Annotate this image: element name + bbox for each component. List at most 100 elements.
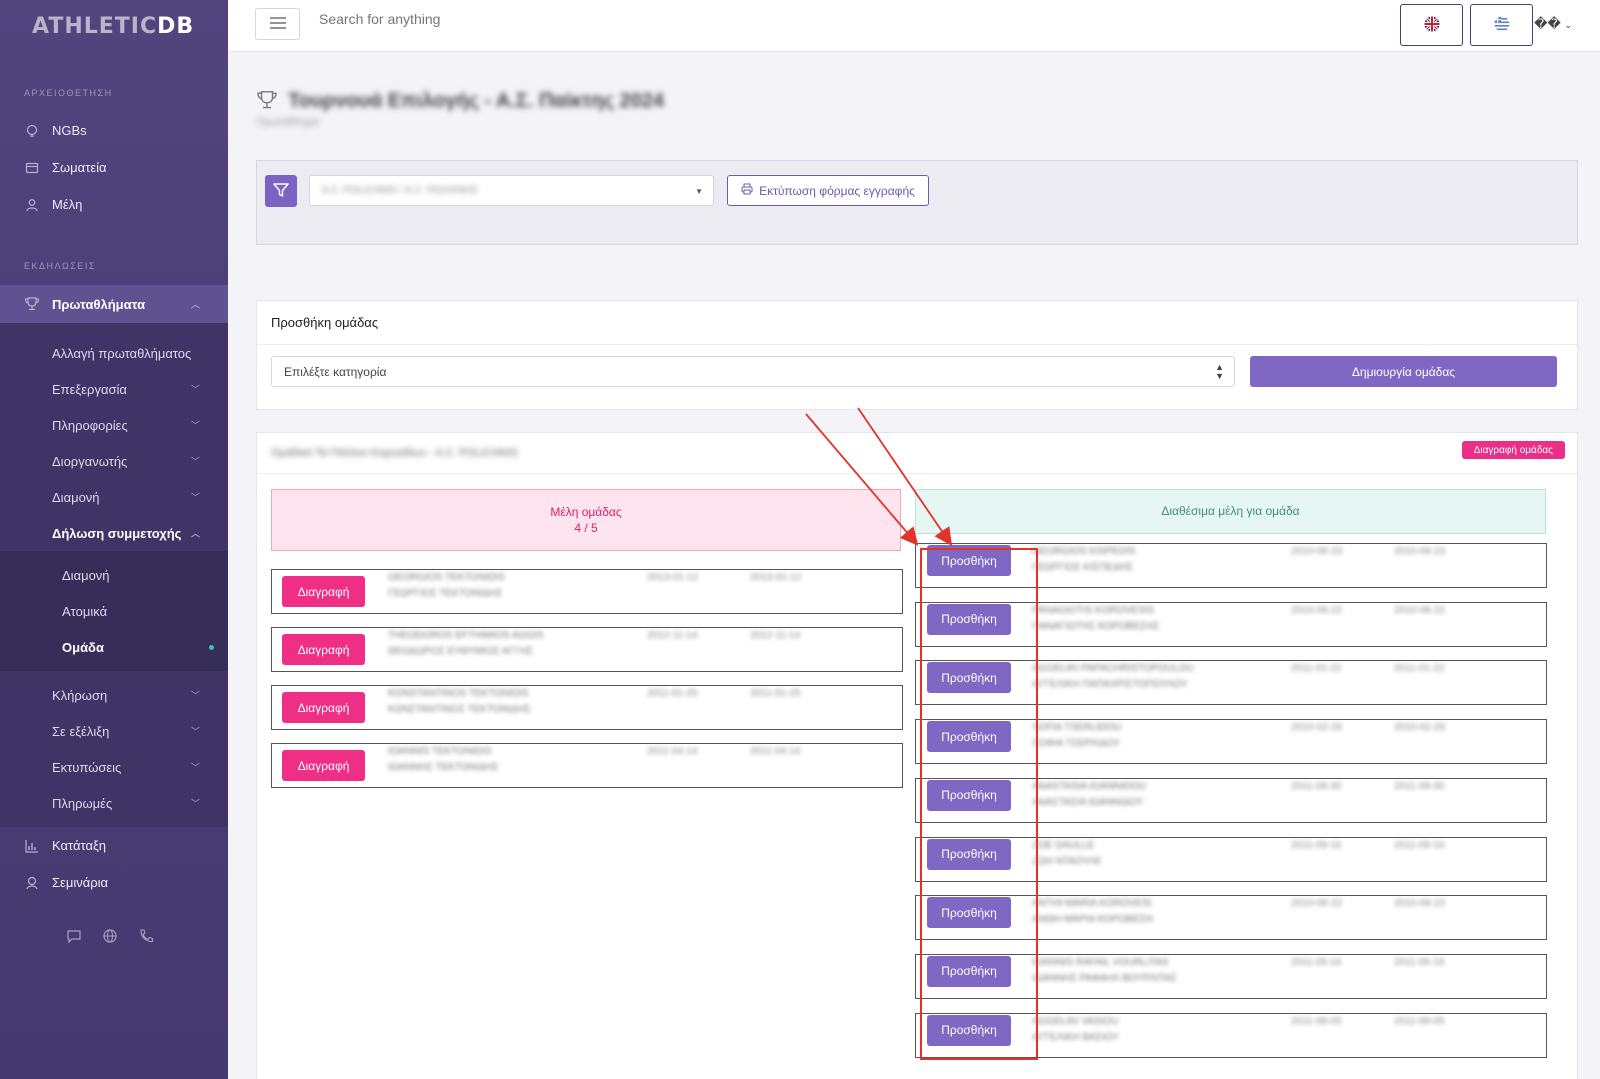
sidebar-item-registration[interactable]: Δήλωση συμμετοχής ︿ — [0, 515, 228, 551]
add-member-button[interactable]: Προσθήκη — [927, 897, 1011, 929]
sub-item-label: Διοργανωτής — [52, 453, 128, 469]
category-select[interactable]: Επιλέξτε κατηγορία ▲ ▼ — [271, 356, 1235, 387]
logo-part1: ATHLETIC — [32, 13, 158, 39]
team-members-header: Μέλη ομάδας 4 / 5 — [271, 489, 901, 551]
sidebar-item-championships[interactable]: Πρωταθλήματα ︿ — [0, 285, 228, 323]
user-menu[interactable]: �� ⌄ — [1534, 16, 1572, 32]
sidebar-item-prints[interactable]: Εκτυπώσεις ﹀ — [0, 749, 228, 785]
sub-item-label: Αλλαγή πρωταθλήματος — [52, 345, 192, 361]
delete-team-button[interactable]: Διαγραφή ομάδας — [1461, 441, 1565, 459]
member-date-2: 2011-08-05 — [1394, 1015, 1445, 1027]
sub-item-label: Ατομικά — [62, 603, 108, 619]
sidebar-item-reg-individual[interactable]: Ατομικά — [0, 593, 228, 629]
chat-icon[interactable] — [66, 928, 82, 947]
member-date-2: 2011-05-16 — [1394, 956, 1445, 968]
sub-item-label: Επεξεργασία — [52, 381, 127, 397]
member-name-en: AGGELIKI PAPACHRISTOPOULOU — [1032, 663, 1194, 675]
member-name-gr: ΓΕΩΡΓΙΟΣ ΚΙΣΠΕΔΗΣ — [1032, 562, 1133, 573]
sub-item-label: Σε εξέλιξη — [52, 723, 110, 739]
member-date-2: 2013-01-12 — [750, 572, 802, 583]
member-date-1: 2011-05-16 — [1291, 956, 1342, 968]
remove-member-button[interactable]: Διαγραφή — [282, 750, 365, 781]
add-member-button[interactable]: Προσθήκη — [927, 662, 1011, 694]
member-name-en: SOFIA TSERLIDOU — [1032, 722, 1122, 734]
add-member-button[interactable]: Προσθήκη — [927, 545, 1011, 576]
remove-member-button[interactable]: Διαγραφή — [282, 634, 365, 665]
sidebar-item-ngbs[interactable]: NGBs — [0, 112, 228, 149]
sidebar-footer — [66, 928, 154, 947]
member-date-1: 2012-11-14 — [647, 630, 698, 641]
member-date-1: 2011-09-30 — [1291, 780, 1342, 792]
member-name-gr: ΙΩΑΝΝΗΣ ΤΕΚΤΟΝΙΔΗΣ — [388, 762, 499, 773]
member-name-en: AGGELIKI VASIOU — [1032, 1015, 1119, 1027]
member-row: Διαγραφή THEODOROS EFTHIMIOS AGGIS ΘΕΟΔΩΡΟ… — [271, 627, 903, 672]
sidebar-item-change-championship[interactable]: Αλλαγή πρωταθλήματος — [0, 335, 228, 371]
available-member-row: Προσθήκη ANASTASIA IOANNIDOU ΑΝΑΣΤΑΣΙΑ ΙΩΑ… — [915, 777, 1547, 823]
sidebar-item-label: Πρωταθλήματα — [52, 296, 146, 312]
page-subtitle: Πρωτάθλημα — [256, 116, 320, 128]
add-member-button[interactable]: Προσθήκη — [927, 838, 1011, 870]
add-member-button[interactable]: Προσθήκη — [927, 1014, 1011, 1046]
sidebar-item-members[interactable]: Μέλη — [0, 186, 228, 223]
sub-item-label: Διαμονή — [52, 489, 100, 505]
sidebar-item-info[interactable]: Πληροφορίες ﹀ — [0, 407, 228, 443]
club-select[interactable]: Α.Σ. POLICHNIS / Α.Σ. ΠΟΛΙΧΝΗΣ ▼ — [309, 175, 714, 206]
language-en-button[interactable] — [1400, 4, 1463, 46]
member-date-2: 2011-09-30 — [1394, 780, 1445, 792]
print-registration-button[interactable]: Εκτύπωση φόρμας εγγραφής — [727, 175, 929, 206]
sub-item-label: Δήλωση συμμετοχής — [52, 525, 182, 541]
member-name-en: IOANNIS TEKTONIDIS — [388, 746, 492, 757]
remove-member-button[interactable]: Διαγραφή — [282, 692, 365, 723]
menu-toggle-button[interactable] — [255, 8, 300, 40]
sidebar-item-ranking[interactable]: Κατάταξη — [0, 827, 228, 864]
language-gr-button[interactable] — [1470, 4, 1533, 46]
sidebar-item-draw[interactable]: Κλήρωση ﹀ — [0, 677, 228, 713]
add-member-button[interactable]: Προσθήκη — [927, 779, 1011, 811]
printer-icon — [741, 183, 753, 198]
sidebar-item-reg-team[interactable]: Ομάδα — [0, 629, 228, 665]
create-team-button[interactable]: Δημιουργία ομάδας — [1250, 356, 1557, 387]
sidebar-item-edit[interactable]: Επεξεργασία ﹀ — [0, 371, 228, 407]
member-date-2: 2012-11-14 — [750, 630, 801, 641]
sidebar-item-accommodation[interactable]: Διαμονή ﹀ — [0, 479, 228, 515]
member-date-1: 2011-01-25 — [647, 688, 698, 699]
chevron-down-icon: ﹀ — [190, 762, 200, 773]
member-date-2: 2011-01-25 — [750, 688, 801, 699]
member-row: Διαγραφή IOANNIS TEKTONIDIS ΙΩΑΝΝΗΣ ΤΕΚΤΟΝ… — [271, 743, 903, 788]
add-team-header: Προσθήκη ομάδας — [257, 301, 1577, 345]
registration-submenu: Διαμονή Ατομικά Ομάδα — [0, 551, 228, 671]
phone-icon[interactable] — [138, 928, 154, 947]
member-name-en: GEORGIOS KISPEDIS — [1032, 546, 1136, 557]
logo-part2: DB — [157, 13, 195, 39]
sidebar-item-payments[interactable]: Πληρωμές ﹀ — [0, 785, 228, 821]
sub-item-label: Εκτυπώσεις — [52, 759, 122, 775]
sub-item-label: Πληροφορίες — [52, 417, 128, 433]
member-name-en: ANASTASIA IOANNIDOU — [1032, 780, 1147, 792]
member-row: Διαγραφή KONSTANTINOS TEKTONIDIS ΚΩΝΣΤΑΝΤΙ… — [271, 685, 903, 730]
sidebar-item-clubs[interactable]: Σωματεία — [0, 149, 228, 186]
sidebar-item-in-progress[interactable]: Σε εξέλιξη ﹀ — [0, 713, 228, 749]
category-placeholder: Επιλέξτε κατηγορία — [284, 365, 387, 379]
members-count: 4 / 5 — [574, 521, 598, 535]
sidebar-item-organizer[interactable]: Διοργανωτής ﹀ — [0, 443, 228, 479]
remove-member-button[interactable]: Διαγραφή — [282, 576, 365, 607]
folder-icon — [24, 160, 40, 176]
member-date-1: 2010-06-22 — [1291, 898, 1343, 910]
search-input[interactable] — [319, 11, 619, 27]
add-member-button[interactable]: Προσθήκη — [927, 721, 1011, 753]
section-title-events: ΕΚΔΗΛΩΣΕΙΣ — [24, 261, 96, 271]
add-member-button[interactable]: Προσθήκη — [927, 955, 1011, 987]
member-name-gr: ΚΩΝΣΤΑΝΤΙΝΟΣ ΤΕΚΤΟΝΙΔΗΣ — [388, 704, 531, 715]
sidebar-item-reg-accommodation[interactable]: Διαμονή — [0, 557, 228, 593]
filter-button[interactable] — [265, 175, 297, 207]
available-members-header: Διαθέσιμα μέλη για ομάδα — [915, 489, 1546, 534]
available-member-row: Προσθήκη ZOE DAULLE ΖΩΗ ΝΤΑΟΥΛΕ 2011-09-16 2… — [915, 836, 1547, 882]
available-member-row: Προσθήκη PANAGIOTIS KOROVESIS ΠΑΝΑΓΙΩΤΗΣ Κ… — [915, 601, 1547, 647]
globe-icon[interactable] — [102, 928, 118, 947]
user-label: �� — [1534, 16, 1561, 31]
available-member-row: Προσθήκη AGGELIKI PAPACHRISTOPOULOU ΑΓΓΕΛΙ… — [915, 660, 1547, 706]
sidebar-item-seminars[interactable]: Σεμινάρια — [0, 864, 228, 901]
hamburger-icon — [269, 16, 286, 32]
add-member-button[interactable]: Προσθήκη — [927, 603, 1011, 635]
logo[interactable]: ATHLETIC DB — [0, 0, 228, 52]
